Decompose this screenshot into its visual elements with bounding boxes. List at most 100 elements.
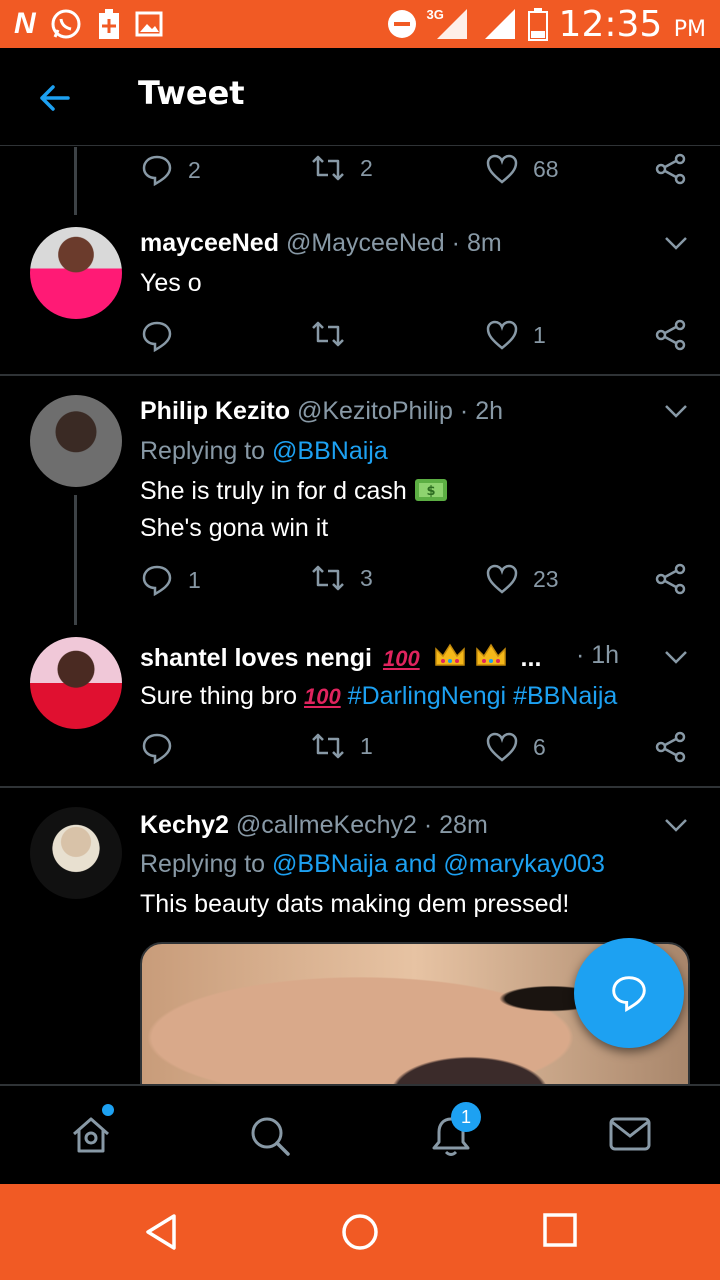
- avatar[interactable]: [30, 807, 122, 899]
- user-handle[interactable]: @KezitoPhilip: [297, 397, 453, 425]
- like-button[interactable]: 1: [485, 319, 546, 351]
- hashtag-link[interactable]: #BBNaija: [513, 682, 617, 710]
- like-count: 68: [533, 155, 559, 182]
- tweet-time: · 2h: [459, 397, 504, 425]
- carrier-logo-icon: N: [14, 7, 36, 40]
- retweet-button[interactable]: 1: [310, 731, 373, 761]
- replying-to: Replying to @BBNaija: [140, 437, 388, 465]
- heart-icon: [486, 732, 518, 762]
- divider: [0, 374, 720, 376]
- svg-text:$: $: [426, 484, 435, 499]
- do-not-disturb-icon: [387, 10, 416, 38]
- mention-link[interactable]: @BBNaija and @marykay003: [272, 850, 605, 878]
- user-handle[interactable]: @callmeKechy2: [236, 811, 417, 839]
- chevron-down-icon[interactable]: [664, 403, 688, 419]
- crown-icon: [475, 643, 506, 666]
- divider: [0, 786, 720, 788]
- tweet-header: mayceeNed @MayceeNed · 8m: [140, 229, 502, 258]
- thread-line: [74, 495, 77, 625]
- chevron-down-icon[interactable]: [664, 649, 688, 665]
- back-triangle-icon[interactable]: [142, 1212, 182, 1252]
- like-button[interactable]: 23: [485, 563, 559, 595]
- share-icon: [655, 563, 686, 595]
- retweet-button[interactable]: 2: [310, 153, 373, 183]
- signal-icon-2: [484, 9, 515, 39]
- share-icon: [655, 153, 686, 185]
- signal-icon: [436, 9, 467, 39]
- tweet-time: · 28m: [423, 811, 488, 839]
- home-icon: [73, 1117, 109, 1153]
- replying-to: Replying to @BBNaija and @marykay003: [140, 850, 605, 878]
- reply-icon: [612, 976, 646, 1013]
- like-count: 6: [533, 733, 546, 760]
- app-bar: Tweet: [0, 48, 720, 146]
- avatar[interactable]: [30, 227, 122, 319]
- like-button[interactable]: 68: [485, 153, 559, 185]
- battery-plus-icon: [98, 9, 119, 39]
- tab-home[interactable]: [70, 1114, 112, 1161]
- hundred-emoji-icon: 100: [382, 646, 420, 671]
- tweet-header: shantel loves nengi 100 ...: [140, 641, 541, 673]
- avatar[interactable]: [30, 637, 122, 729]
- reply-button[interactable]: 1: [140, 563, 201, 597]
- retweet-icon: [312, 733, 344, 759]
- thread-line: [74, 147, 77, 215]
- reply-icon: [142, 155, 172, 187]
- recents-square-icon[interactable]: [542, 1212, 578, 1248]
- tweet-actions: 1 6: [140, 731, 700, 771]
- avatar[interactable]: [30, 395, 122, 487]
- back-arrow-icon[interactable]: [36, 80, 72, 116]
- share-button[interactable]: [655, 563, 687, 595]
- tweet-text-line-2: She's gona win it: [140, 514, 329, 542]
- retweet-icon: [312, 321, 344, 347]
- crown-icon: [434, 643, 465, 666]
- clock: 12:35 PM: [558, 3, 706, 45]
- retweet-button[interactable]: [310, 319, 360, 349]
- tweet-text: This beauty dats making dem pressed!: [140, 890, 570, 918]
- retweet-count: 2: [360, 154, 373, 181]
- whatsapp-icon: [51, 9, 81, 39]
- share-button[interactable]: [655, 319, 687, 351]
- reply-button[interactable]: 2: [140, 153, 201, 187]
- user-handle[interactable]: @MayceeNed: [286, 229, 445, 257]
- tweet-actions: 2 2 68: [140, 153, 700, 193]
- reply-icon: [142, 321, 172, 353]
- system-nav-bar: [0, 1184, 720, 1280]
- chevron-down-icon[interactable]: [664, 235, 688, 251]
- reply-count: 2: [188, 156, 201, 183]
- tweet-text: Sure thing bro 100 #DarlingNengi #BBNaij…: [140, 682, 618, 710]
- heart-icon: [486, 320, 518, 350]
- retweet-button[interactable]: 3: [310, 563, 373, 593]
- hashtag-link[interactable]: #DarlingNengi: [348, 682, 506, 710]
- mention-link[interactable]: @BBNaija: [272, 437, 388, 465]
- display-name[interactable]: shantel loves nengi: [140, 644, 372, 672]
- tweet-text: Yes o: [140, 269, 202, 297]
- compose-reply-button[interactable]: [574, 938, 684, 1048]
- search-icon: [251, 1117, 290, 1156]
- tab-messages[interactable]: [608, 1114, 652, 1159]
- tweet-time: · 1h: [576, 641, 620, 669]
- home-circle-icon[interactable]: [340, 1212, 380, 1252]
- like-button[interactable]: 6: [485, 731, 546, 763]
- share-button[interactable]: [655, 153, 687, 185]
- tweet-text: She is truly in for d cash $: [140, 477, 448, 506]
- heart-icon: [486, 564, 518, 594]
- name-ellipsis: ...: [520, 644, 542, 672]
- tweet-time: · 8m: [451, 229, 502, 257]
- notifications-badge: 1: [451, 1102, 481, 1132]
- reply-count: 1: [188, 566, 201, 593]
- share-icon: [655, 731, 686, 763]
- image-icon: [135, 11, 163, 37]
- display-name[interactable]: Philip Kezito: [140, 397, 290, 425]
- reply-icon: [142, 733, 172, 765]
- display-name[interactable]: mayceeNed: [140, 229, 279, 257]
- retweet-icon: [312, 565, 344, 591]
- tab-search[interactable]: [248, 1114, 292, 1163]
- reply-button[interactable]: [140, 731, 188, 765]
- retweet-icon: [312, 155, 344, 181]
- like-count: 23: [533, 565, 559, 592]
- display-name[interactable]: Kechy2: [140, 811, 229, 839]
- share-button[interactable]: [655, 731, 687, 763]
- reply-button[interactable]: [140, 319, 188, 353]
- chevron-down-icon[interactable]: [664, 817, 688, 833]
